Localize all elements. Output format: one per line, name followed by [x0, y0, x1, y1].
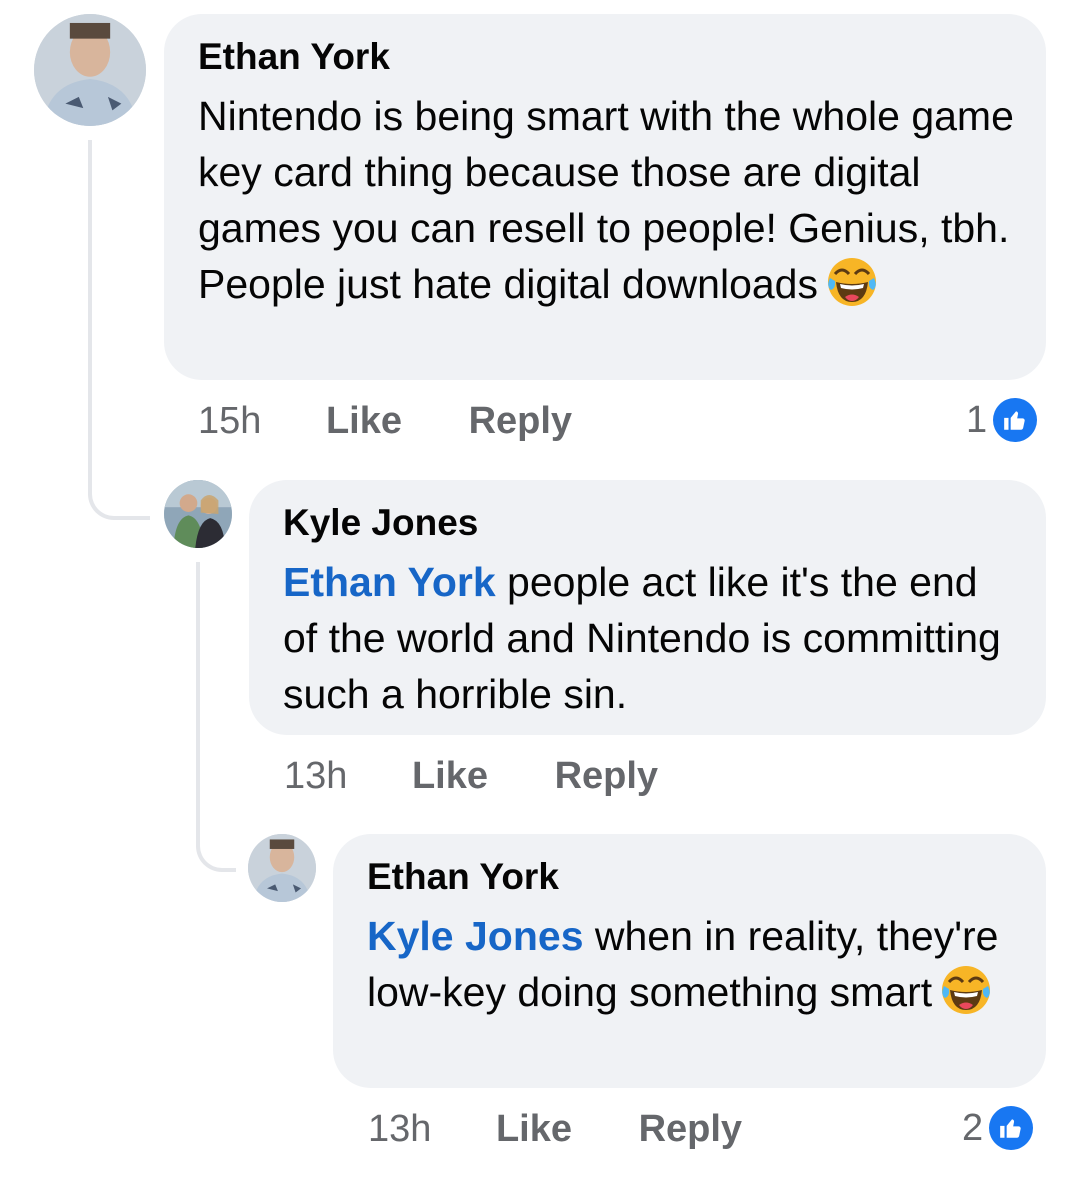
- comment-actions: 15h Like Reply: [198, 399, 572, 443]
- avatar-photo: [34, 14, 146, 126]
- comment-actions: 13h Like Reply: [368, 1107, 742, 1151]
- like-button[interactable]: Like: [326, 399, 402, 443]
- avatar-photo: [248, 834, 316, 902]
- laughing-tears-emoji: [940, 964, 992, 1016]
- comment-author[interactable]: Ethan York: [198, 36, 1016, 78]
- comment-timestamp[interactable]: 13h: [368, 1107, 431, 1151]
- mention-link[interactable]: Ethan York: [283, 559, 496, 605]
- avatar[interactable]: [164, 480, 232, 548]
- avatar[interactable]: [248, 834, 316, 902]
- thumbs-up-icon: [993, 398, 1038, 442]
- comment-bubble: Kyle Jones Ethan York people act like it…: [249, 480, 1046, 735]
- comment-text: Ethan York people act like it's the end …: [283, 559, 1001, 717]
- comment-author[interactable]: Kyle Jones: [283, 502, 1016, 544]
- comment-author[interactable]: Ethan York: [367, 856, 1016, 898]
- avatar[interactable]: [34, 14, 146, 126]
- comment-timestamp[interactable]: 15h: [198, 399, 261, 443]
- reaction-count: 1: [966, 398, 988, 441]
- reply-button[interactable]: Reply: [639, 1107, 742, 1151]
- mention-link[interactable]: Kyle Jones: [367, 913, 584, 959]
- reaction-summary[interactable]: 2: [962, 1106, 1034, 1150]
- thumbs-up-icon: [989, 1106, 1034, 1150]
- comment-timestamp[interactable]: 13h: [284, 754, 347, 798]
- reaction-summary[interactable]: 1: [966, 398, 1038, 442]
- comment-text: Kyle Jones when in reality, they're low-…: [367, 913, 999, 1016]
- like-button[interactable]: Like: [412, 754, 488, 798]
- comment-text: Nintendo is being smart with the whole g…: [198, 93, 1014, 308]
- reaction-count: 2: [962, 1106, 984, 1149]
- like-button[interactable]: Like: [496, 1107, 572, 1151]
- reply-button[interactable]: Reply: [555, 754, 658, 798]
- thread-line: [196, 562, 236, 872]
- comment-bubble: Ethan York Nintendo is being smart with …: [164, 14, 1046, 380]
- thread-line: [88, 140, 150, 520]
- reply-button[interactable]: Reply: [469, 399, 572, 443]
- laughing-tears-emoji: [826, 256, 878, 308]
- comment-actions: 13h Like Reply: [284, 754, 658, 798]
- avatar-photo: [164, 480, 232, 548]
- comment-bubble: Ethan York Kyle Jones when in reality, t…: [333, 834, 1046, 1088]
